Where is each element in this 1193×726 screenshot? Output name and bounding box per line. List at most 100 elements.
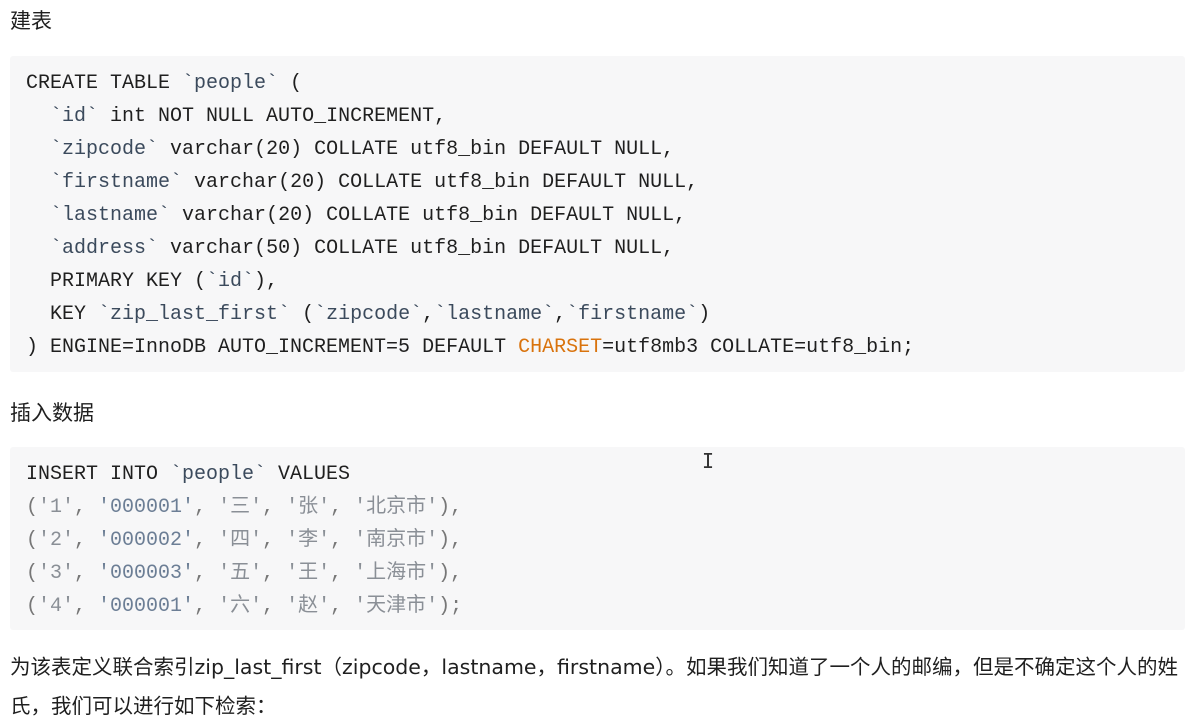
code-token: , xyxy=(194,562,219,585)
code-line: ) ENGINE=InnoDB AUTO_INCREMENT=5 DEFAULT… xyxy=(26,331,1169,364)
code-token: ), xyxy=(438,529,463,552)
code-token: , xyxy=(74,529,99,552)
code-line: PRIMARY KEY (`id`), xyxy=(26,265,1169,298)
code-token: =utf8mb3 COLLATE=utf8_bin; xyxy=(602,336,915,359)
code-line: ('4', '000001', '六', '赵', '天津市'); xyxy=(26,590,1169,623)
code-token: VALUES xyxy=(266,463,351,486)
code-token: ) ENGINE=InnoDB AUTO_INCREMENT=5 DEFAULT xyxy=(26,336,519,359)
code-token: varchar(20) COLLATE utf8_bin DEFAULT NUL… xyxy=(170,204,687,227)
code-token: , xyxy=(194,496,219,519)
code-token: '000001' xyxy=(98,595,195,618)
code-line: ('2', '000002', '四', '李', '南京市'), xyxy=(26,524,1169,557)
code-token: ( xyxy=(26,529,39,552)
code-token: , xyxy=(554,303,567,326)
code-token: '王' xyxy=(286,562,331,585)
code-token: ( xyxy=(290,303,315,326)
code-token: `zipcode` xyxy=(314,303,423,326)
code-token: '五' xyxy=(218,562,263,585)
code-token: '李' xyxy=(286,529,331,552)
code-token: ), xyxy=(254,270,279,293)
code-token: , xyxy=(262,529,287,552)
code-token: , xyxy=(262,595,287,618)
code-token: '三' xyxy=(218,496,263,519)
code-line: ('1', '000001', '三', '张', '北京市'), xyxy=(26,491,1169,524)
code-token: `id` xyxy=(206,270,255,293)
code-token: , xyxy=(74,595,99,618)
code-line: `zipcode` varchar(20) COLLATE utf8_bin D… xyxy=(26,133,1169,166)
code-token: KEY xyxy=(26,303,99,326)
code-line: `address` varchar(50) COLLATE utf8_bin D… xyxy=(26,232,1169,265)
heading-create-table: 建表 xyxy=(10,9,52,33)
code-token: ( xyxy=(26,496,39,519)
code-token: , xyxy=(74,496,99,519)
code-token: '天津市' xyxy=(354,595,439,618)
code-token: , xyxy=(262,562,287,585)
code-token: `people` xyxy=(170,463,267,486)
code-token: ); xyxy=(438,595,463,618)
code-token: , xyxy=(194,595,219,618)
heading-insert-data: 插入数据 xyxy=(10,401,94,425)
code-token: '4' xyxy=(38,595,75,618)
code-token: '北京市' xyxy=(354,496,439,519)
code-token: , xyxy=(330,529,355,552)
code-token: ( xyxy=(26,595,39,618)
code-token: `people` xyxy=(182,72,279,95)
code-token: '000003' xyxy=(98,562,195,585)
code-token: '上海市' xyxy=(354,562,439,585)
code-token: ( xyxy=(278,72,303,95)
code-token: `lastname` xyxy=(50,204,171,227)
code-token: CHARSET xyxy=(518,336,603,359)
code-token: , xyxy=(262,496,287,519)
code-token: `id` xyxy=(50,105,99,128)
code-token: , xyxy=(330,595,355,618)
code-token: ), xyxy=(438,562,463,585)
code-token: '2' xyxy=(38,529,75,552)
code-token: `lastname` xyxy=(434,303,555,326)
code-block-insert[interactable]: INSERT INTO `people` VALUES ('1', '000001… xyxy=(10,447,1185,630)
code-token: , xyxy=(194,529,219,552)
code-line: `lastname` varchar(20) COLLATE utf8_bin … xyxy=(26,199,1169,232)
code-token: CREATE TABLE xyxy=(26,72,183,95)
paragraph-text: 为该表定义联合索引zip_last_first（zipcode，lastname… xyxy=(10,655,1178,718)
code-token: '赵' xyxy=(286,595,331,618)
code-token: PRIMARY KEY ( xyxy=(26,270,207,293)
code-token: INSERT INTO xyxy=(26,463,171,486)
code-line: `id` int NOT NULL AUTO_INCREMENT, xyxy=(26,100,1169,133)
code-token: '张' xyxy=(286,496,331,519)
code-token: , xyxy=(330,496,355,519)
code-token: varchar(50) COLLATE utf8_bin DEFAULT NUL… xyxy=(158,237,675,260)
text-cursor-icon: I xyxy=(702,449,715,473)
code-token: ( xyxy=(26,562,39,585)
code-token: '南京市' xyxy=(354,529,439,552)
code-token: , xyxy=(330,562,355,585)
code-token: '六' xyxy=(218,595,263,618)
code-block-create-table[interactable]: CREATE TABLE `people` ( `id` int NOT NUL… xyxy=(10,56,1185,372)
code-token: '000002' xyxy=(98,529,195,552)
code-token: `firstname` xyxy=(50,171,183,194)
code-token: int NOT NULL AUTO_INCREMENT, xyxy=(98,105,447,128)
code-token: `firstname` xyxy=(566,303,699,326)
code-token: , xyxy=(74,562,99,585)
code-token: varchar(20) COLLATE utf8_bin DEFAULT NUL… xyxy=(182,171,699,194)
code-token: ) xyxy=(698,303,711,326)
code-token: '1' xyxy=(38,496,75,519)
code-token: varchar(20) COLLATE utf8_bin DEFAULT NUL… xyxy=(158,138,675,161)
code-line: `firstname` varchar(20) COLLATE utf8_bin… xyxy=(26,166,1169,199)
code-token: '3' xyxy=(38,562,75,585)
code-line: ('3', '000003', '五', '王', '上海市'), xyxy=(26,557,1169,590)
code-token: '000001' xyxy=(98,496,195,519)
code-token: `zip_last_first` xyxy=(98,303,291,326)
code-token: ), xyxy=(438,496,463,519)
code-line: CREATE TABLE `people` ( xyxy=(26,67,1169,100)
code-token: , xyxy=(422,303,435,326)
code-token: `zipcode` xyxy=(50,138,159,161)
code-token: `address` xyxy=(50,237,159,260)
code-line: INSERT INTO `people` VALUES xyxy=(26,458,1169,491)
code-line: KEY `zip_last_first` (`zipcode`,`lastnam… xyxy=(26,298,1169,331)
code-token: '四' xyxy=(218,529,263,552)
